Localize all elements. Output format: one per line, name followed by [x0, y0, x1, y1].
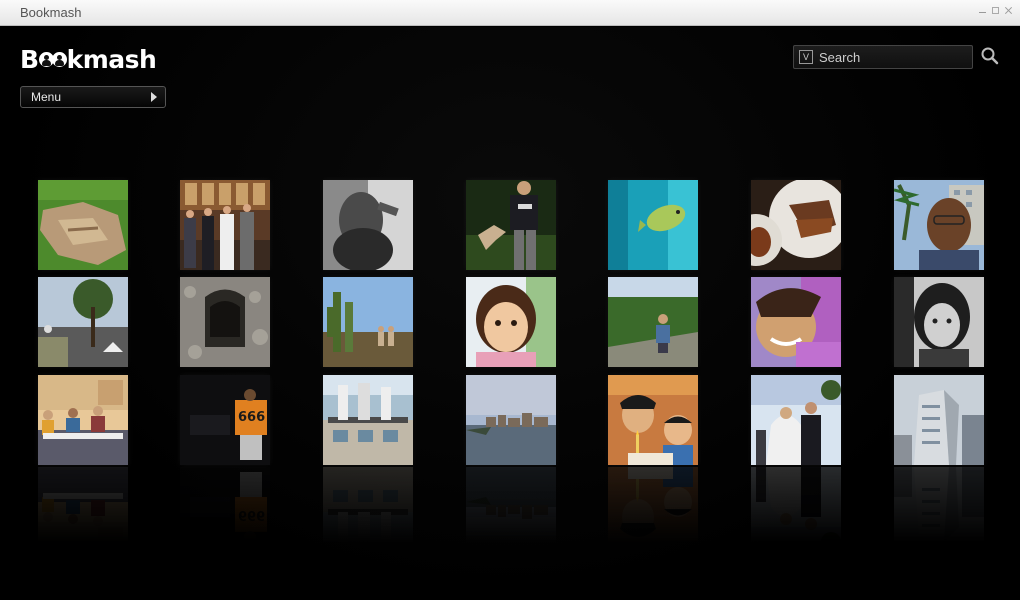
photo-reflection: [466, 467, 556, 557]
photo-thumbnail[interactable]: [751, 375, 841, 465]
app-canvas: B kmash Menu V 666 666: [0, 27, 1020, 600]
search-icon[interactable]: [980, 46, 1000, 66]
photo-reflection: [608, 467, 698, 557]
photo-thumbnail[interactable]: [608, 375, 698, 465]
photo-thumbnail[interactable]: [323, 375, 413, 465]
logo-letter: B: [20, 45, 39, 74]
window-title: Bookmash: [20, 5, 82, 20]
window-titlebar: Bookmash: [0, 0, 1020, 26]
app-logo: B kmash: [20, 45, 157, 74]
photo-reflection: [751, 467, 841, 557]
photo-thumbnail[interactable]: [38, 375, 128, 465]
photo-thumbnail[interactable]: [608, 180, 698, 270]
window-controls: [979, 7, 1012, 14]
photo-thumbnail[interactable]: [751, 277, 841, 367]
photo-thumbnail[interactable]: 666: [180, 375, 270, 465]
photo-thumbnail[interactable]: [466, 277, 556, 367]
logo-people-icon: [38, 52, 67, 67]
svg-text:666: 666: [238, 410, 265, 425]
photo-thumbnail[interactable]: [180, 277, 270, 367]
menu-label: Menu: [31, 90, 62, 104]
photo-thumbnail[interactable]: [180, 180, 270, 270]
logo-text: kmash: [66, 45, 157, 74]
close-icon[interactable]: [1005, 7, 1012, 14]
menu-button[interactable]: Menu: [20, 86, 166, 108]
photo-thumbnail[interactable]: [323, 277, 413, 367]
photo-thumbnail[interactable]: [323, 180, 413, 270]
photo-thumbnail[interactable]: [608, 277, 698, 367]
search-source-icon: V: [799, 50, 813, 64]
photo-thumbnail[interactable]: [894, 375, 984, 465]
photo-thumbnail[interactable]: [38, 277, 128, 367]
photo-thumbnail[interactable]: [751, 180, 841, 270]
maximize-icon[interactable]: [992, 7, 999, 14]
photo-thumbnail[interactable]: [38, 180, 128, 270]
photo-reflection: [894, 467, 984, 557]
search-box: V: [793, 45, 973, 69]
search-input[interactable]: [819, 49, 969, 65]
photo-reflection: [38, 467, 128, 557]
photo-thumbnail[interactable]: [466, 375, 556, 465]
minimize-icon[interactable]: [979, 7, 986, 14]
photo-thumbnail[interactable]: [894, 277, 984, 367]
svg-text:666: 666: [238, 507, 265, 522]
chevron-right-icon: [151, 92, 157, 102]
photo-thumbnail[interactable]: [894, 180, 984, 270]
photo-reflection: [323, 467, 413, 557]
photo-thumbnail[interactable]: [466, 180, 556, 270]
photo-reflection: 666: [180, 467, 270, 557]
